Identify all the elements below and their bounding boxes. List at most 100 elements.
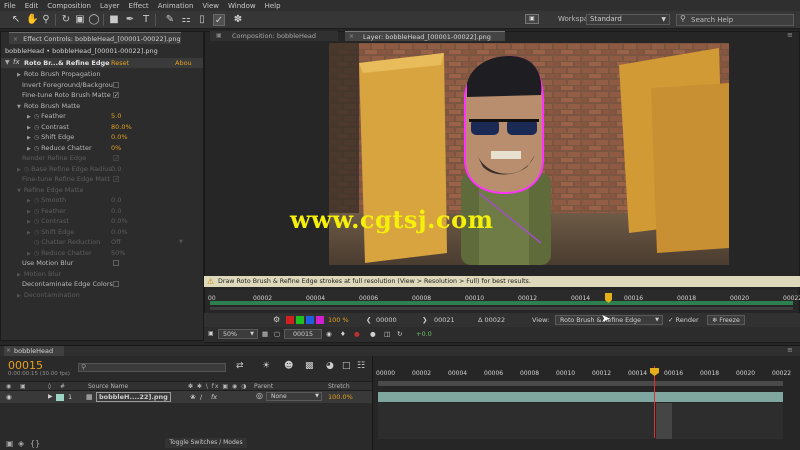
end-frame[interactable]: 00021 [434,315,455,325]
work-area-bar[interactable] [378,381,783,386]
exposure-value[interactable]: +0.0 [416,329,432,339]
frame-blending-icon[interactable]: ▩ [305,361,314,371]
checkbox[interactable] [113,260,119,266]
pen-tool-icon[interactable]: ✒ [124,14,136,26]
tab-effect-controls[interactable]: × Effect Controls: bobbleHead_[00001-000… [9,32,181,44]
rotate-tool-icon[interactable]: ↻ [60,14,72,26]
column-source-name[interactable]: Source Name [88,383,128,390]
always-preview-icon[interactable]: ▣ [208,329,214,339]
effects-switch-icon[interactable]: fx [211,393,217,401]
effect-row[interactable]: Fine-tune Roto Brush Matte ✓ [1,90,203,101]
toggle-switches-modes-button[interactable]: Toggle Switches / Modes [165,438,247,448]
expand-triangle-icon[interactable]: ▶ [48,393,53,400]
draft-3d-icon[interactable]: ☀ [262,361,270,371]
eye-icon[interactable]: ◉ [6,393,12,401]
effect-row[interactable]: ▶ ◷ Contrast 80.0% [1,122,203,133]
rectangle-tool-icon[interactable]: ■ [108,14,120,26]
fx-icon[interactable]: fx [13,58,20,66]
magenta-swatch-icon[interactable] [316,316,324,324]
checkbox[interactable] [113,81,119,88]
layer-row[interactable]: ◉ ▶ 1 ▦ bobbleH....22].png ❀ / fx ◎ None… [0,391,372,403]
green-channel-icon[interactable] [296,316,304,324]
parent-select[interactable]: None ▼ [266,392,322,401]
timeline-time-ruler[interactable]: 00000 00002 00004 00006 00008 00010 0001… [374,363,798,379]
menu-edit[interactable]: Edit [25,2,39,10]
panel-menu-icon[interactable]: ≡ [787,346,793,354]
pan-behind-tool-icon[interactable]: ◯ [88,14,100,26]
reset-button[interactable]: Reset [111,59,129,67]
tab-composition[interactable]: ▣ Composition: bobbleHead [210,31,338,41]
close-icon[interactable]: × [13,36,18,43]
effect-row[interactable]: ▶ ◷ Shift Edge 0.0% [1,132,203,143]
blue-channel-icon[interactable] [306,316,314,324]
grid-icon[interactable]: ▦ [262,329,268,339]
about-button[interactable]: Abou [175,59,192,67]
lock-icon[interactable]: ▣ [216,31,222,41]
workspace-toggle-icon[interactable]: ▣ [525,14,539,24]
motion-blur-icon[interactable]: ◕ [326,361,334,371]
step-back-icon[interactable]: ❮ [366,315,371,325]
tab-layer[interactable]: × Layer: bobbleHead_[00001-00022].png [345,31,505,41]
menu-animation[interactable]: Animation [158,2,194,10]
menu-help[interactable]: Help [265,2,281,10]
search-help-input[interactable]: ⚲ Search Help [676,14,794,26]
stretch-value[interactable]: 100.0% [328,393,353,401]
close-icon[interactable]: × [349,32,354,42]
column-parent[interactable]: Parent [254,383,273,390]
label-color-icon[interactable] [56,394,64,401]
composition-flowchart-icon[interactable]: ◫ [384,329,390,339]
propagation-span-bar[interactable] [210,301,793,305]
camera-snapshot-icon[interactable]: ◉ [326,329,332,339]
hide-shy-layers-icon[interactable]: ☻ [284,361,293,371]
channel-icon[interactable]: ● [354,329,360,339]
type-tool-icon[interactable]: T [140,14,152,26]
row-value[interactable]: 5.0 [111,111,121,122]
checkbox[interactable] [113,281,119,287]
effect-row[interactable]: Decontaminate Edge Colors [1,279,203,290]
puppet-pin-tool-icon[interactable]: ✽ [232,14,244,26]
menu-composition[interactable]: Composition [47,2,91,10]
render-checkbox[interactable]: ✓ Render [668,315,699,325]
effect-row[interactable]: ▼ Roto Brush Matte [1,101,203,112]
region-of-interest-icon[interactable]: ⚙ [273,315,280,325]
zoom-tool-icon[interactable]: ⚲ [40,14,52,26]
mask-visibility-icon[interactable]: ▢ [274,329,280,339]
roto-brush-tool-icon[interactable]: ✓ [213,14,225,26]
timeline-search-input[interactable]: ⚲ [78,363,226,372]
selection-tool-icon[interactable]: ↖ [10,14,22,26]
eraser-tool-icon[interactable]: ▯ [196,14,208,26]
overlay-opacity[interactable]: 100 % [328,315,349,325]
expand-triangle-icon[interactable]: ▼ [5,59,10,66]
show-snapshot-icon[interactable]: ♦ [340,329,346,339]
current-time-field[interactable]: 00015 [284,329,322,339]
effect-row[interactable]: Invert Foreground/Backgrou [1,80,203,91]
clone-stamp-tool-icon[interactable]: ⚏ [180,14,192,26]
expand-in-out-icon[interactable]: {} [30,439,40,448]
effect-row[interactable]: ▶ Roto Brush Propagation [1,69,203,80]
pick-whip-icon[interactable]: ◎ [256,391,263,400]
menu-window[interactable]: Window [228,2,256,10]
effect-row[interactable]: Use Motion Blur [1,258,203,269]
hand-tool-icon[interactable]: ✋ [26,14,38,26]
menu-effect[interactable]: Effect [129,2,149,10]
row-value[interactable]: 80.0% [111,122,132,133]
menu-view[interactable]: View [202,2,219,10]
reset-exposure-icon[interactable]: ↻ [397,329,402,339]
row-value[interactable]: 0.0% [111,132,128,143]
expand-layer-switches-icon[interactable]: ▣ [6,439,14,448]
step-forward-icon[interactable]: ❯ [422,315,427,325]
effect-row[interactable]: ▶ ◷ Reduce Chatter 0% [1,143,203,154]
quality-switch-icon[interactable]: / [200,393,202,401]
close-icon[interactable]: × [6,346,11,356]
panel-menu-icon[interactable]: ≡ [787,31,793,39]
checkbox[interactable]: ✓ [113,92,119,99]
magnification-select[interactable]: 50% ▼ [218,329,258,339]
show-channel-icon[interactable]: ● [370,329,376,339]
column-stretch[interactable]: Stretch [328,383,350,390]
freeze-button[interactable]: ❄ Freeze [707,315,745,325]
layer-duration-bar[interactable] [378,392,783,402]
red-channel-icon[interactable] [286,316,294,324]
brainstorm-icon[interactable]: ☷ [357,361,365,371]
effect-header-row[interactable]: ▼ fx Roto Br...& Refine Edge Reset Abou [1,58,203,68]
brush-tool-icon[interactable]: ✎ [164,14,176,26]
